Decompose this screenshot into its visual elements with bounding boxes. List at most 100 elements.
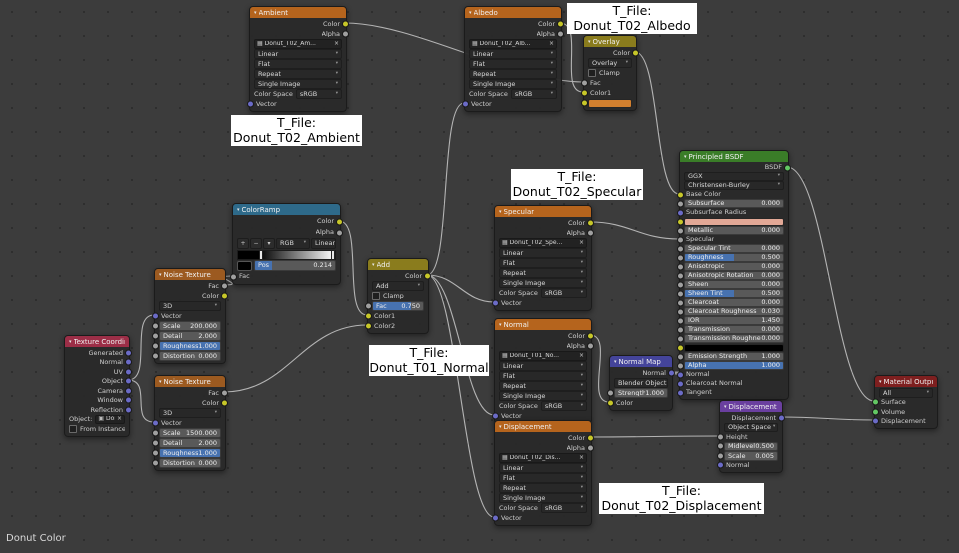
node-normal-image-texture[interactable]: ▾ Normal Color Alpha ▦ Donut_T01_No... × Linear… <box>492 318 594 424</box>
node-displacement-image-texture[interactable]: ▾ Displacement Color Alpha ▦ Donut_T02_Dis...… <box>492 420 594 526</box>
node-header[interactable]: ▾ Overlay <box>584 36 636 47</box>
node-header[interactable]: ▾Material Output <box>875 376 937 387</box>
number-slider[interactable]: Roughness 1.000 <box>159 341 221 351</box>
number-slider[interactable]: Scale 1500.000 <box>159 428 221 438</box>
output-socket[interactable] <box>125 358 132 366</box>
collapse-icon[interactable]: ▾ <box>614 359 617 365</box>
input-socket[interactable] <box>152 312 159 320</box>
node-header[interactable]: ▾ Noise Texture <box>155 269 225 280</box>
node-principled-bsdf[interactable]: ▾ Principled BSDF BSDF GGX ▾ Christensen-Burl… <box>677 150 791 400</box>
dropdown[interactable]: Flat ▾ <box>499 473 587 483</box>
frame-label[interactable]: T_File: Donut_T02_Specular <box>511 169 643 200</box>
collapse-icon[interactable]: ▾ <box>499 322 502 328</box>
number-slider[interactable]: Sheen 0.000 <box>684 280 784 289</box>
output-socket[interactable] <box>587 342 594 350</box>
output-socket[interactable] <box>784 164 791 171</box>
number-slider[interactable]: Subsurface 0.000 <box>684 199 784 208</box>
collapse-icon[interactable]: ▾ <box>588 39 591 45</box>
dropdown[interactable]: Linear ▾ <box>254 49 342 59</box>
colorramp-gradient[interactable] <box>237 249 336 260</box>
color-space-dropdown[interactable]: sRGB ▾ <box>540 288 587 298</box>
node-albedo-image-texture[interactable]: ▾ Albedo Color Alpha ▦ Donut_T02_Alb... × Linea… <box>462 6 564 112</box>
input-socket[interactable] <box>677 362 684 369</box>
node-noise-texture-2[interactable]: ▾ Noise Texture Fac Color 3D ▾ Vector Scale 1500… <box>152 375 228 471</box>
dropdown[interactable]: Christensen-Burley ▾ <box>684 181 784 190</box>
node-normal-map[interactable]: ▾Normal MapNormalBlender Object Sp...▾St… <box>607 355 675 411</box>
dropdown[interactable]: Repeat ▾ <box>499 268 587 278</box>
number-slider[interactable]: Fac 0.750 <box>372 301 424 311</box>
output-socket[interactable] <box>778 414 785 422</box>
input-socket[interactable] <box>677 209 684 216</box>
input-socket[interactable] <box>677 371 684 378</box>
output-socket[interactable] <box>587 444 594 452</box>
output-socket[interactable] <box>125 387 132 395</box>
remove-stop-icon[interactable]: − <box>250 238 262 249</box>
number-slider[interactable]: Metallic 0.000 <box>684 226 784 235</box>
node-displacement[interactable]: ▾ Displacement Displacement Object Space ▾ He… <box>717 400 785 473</box>
collapse-icon[interactable]: ▾ <box>724 404 727 410</box>
input-socket[interactable] <box>581 79 588 87</box>
interpolation-dropdown[interactable]: Linear▾ <box>311 238 336 249</box>
node-texture-coordinate[interactable]: ▾Texture Coordinate Generated Normal UV Obje… <box>64 335 132 437</box>
input-socket[interactable] <box>152 342 159 350</box>
collapse-icon[interactable]: ▾ <box>372 262 375 268</box>
output-socket[interactable] <box>587 332 594 340</box>
collapse-icon[interactable]: ▾ <box>254 10 257 16</box>
input-socket[interactable] <box>677 299 684 306</box>
output-socket[interactable] <box>424 272 431 280</box>
color-swatch[interactable] <box>588 98 632 108</box>
remove-icon[interactable]: × <box>117 416 122 422</box>
input-socket[interactable] <box>677 290 684 297</box>
dropdown[interactable]: Flat ▾ <box>254 59 342 69</box>
dropdown[interactable]: Single Image ▾ <box>254 79 342 89</box>
frame-label[interactable]: T_File: Donut_T01_Normal <box>369 345 489 376</box>
collapse-icon[interactable]: ▾ <box>237 207 240 213</box>
node-material-output[interactable]: ▾Material OutputAll▾SurfaceVolumeDisplac… <box>872 375 938 429</box>
output-socket[interactable] <box>632 49 639 57</box>
input-socket[interactable] <box>677 263 684 270</box>
node-header[interactable]: ▾Texture Coordinate <box>65 336 129 347</box>
node-header[interactable]: ▾ Normal <box>495 319 591 330</box>
number-slider[interactable]: Strength 1.000 <box>614 388 668 398</box>
dropdown[interactable]: Linear ▾ <box>499 463 587 473</box>
output-socket[interactable] <box>125 368 132 376</box>
output-socket[interactable] <box>125 377 132 385</box>
dropdown[interactable]: GGX ▾ <box>684 172 784 181</box>
input-socket[interactable] <box>677 281 684 288</box>
number-slider[interactable]: Detail 2.000 <box>159 331 221 341</box>
input-socket[interactable] <box>872 408 879 416</box>
dropdown[interactable]: Repeat ▾ <box>254 69 342 79</box>
node-specular-image-texture[interactable]: ▾ Specular Color Alpha ▦ Donut_T02_Spe... × Lin… <box>492 205 594 311</box>
dropdown[interactable]: Single Image ▾ <box>499 278 587 288</box>
number-slider[interactable]: Scale 0.005 <box>724 451 778 461</box>
number-slider[interactable]: Scale 200.000 <box>159 321 221 331</box>
output-socket[interactable] <box>587 219 594 227</box>
output-socket[interactable] <box>587 434 594 442</box>
output-socket[interactable] <box>557 20 564 28</box>
number-slider[interactable]: Roughness 0.500 <box>684 253 784 262</box>
dropdown[interactable]: Add ▾ <box>372 281 424 291</box>
output-socket[interactable] <box>221 389 228 397</box>
number-slider[interactable]: Transmission Roughness 0.000 <box>684 334 784 343</box>
input-socket[interactable] <box>492 412 499 420</box>
node-header[interactable]: ▾ Noise Texture <box>155 376 225 387</box>
dropdown[interactable]: Single Image ▾ <box>469 79 557 89</box>
output-socket[interactable] <box>342 30 349 38</box>
number-slider[interactable]: IOR 1.450 <box>684 316 784 325</box>
input-socket[interactable] <box>581 89 588 97</box>
input-socket[interactable] <box>677 245 684 252</box>
unlink-icon[interactable]: × <box>579 353 584 359</box>
frame-label[interactable]: T_File: Donut_T02_Ambient <box>231 115 362 146</box>
node-header[interactable]: ▾ Principled BSDF <box>680 151 788 162</box>
output-socket[interactable] <box>668 369 675 377</box>
input-socket[interactable] <box>677 308 684 315</box>
dropdown[interactable]: Repeat ▾ <box>499 483 587 493</box>
dropdown[interactable]: 3D ▾ <box>159 301 221 311</box>
ramp-handle[interactable] <box>258 249 263 260</box>
input-socket[interactable] <box>492 514 499 522</box>
input-socket[interactable] <box>717 433 724 441</box>
dropdown[interactable]: Object Space ▾ <box>724 422 778 432</box>
collapse-icon[interactable]: ▾ <box>159 379 162 385</box>
input-socket[interactable] <box>677 335 684 342</box>
number-slider[interactable]: Clearcoat Roughness 0.030 <box>684 307 784 316</box>
